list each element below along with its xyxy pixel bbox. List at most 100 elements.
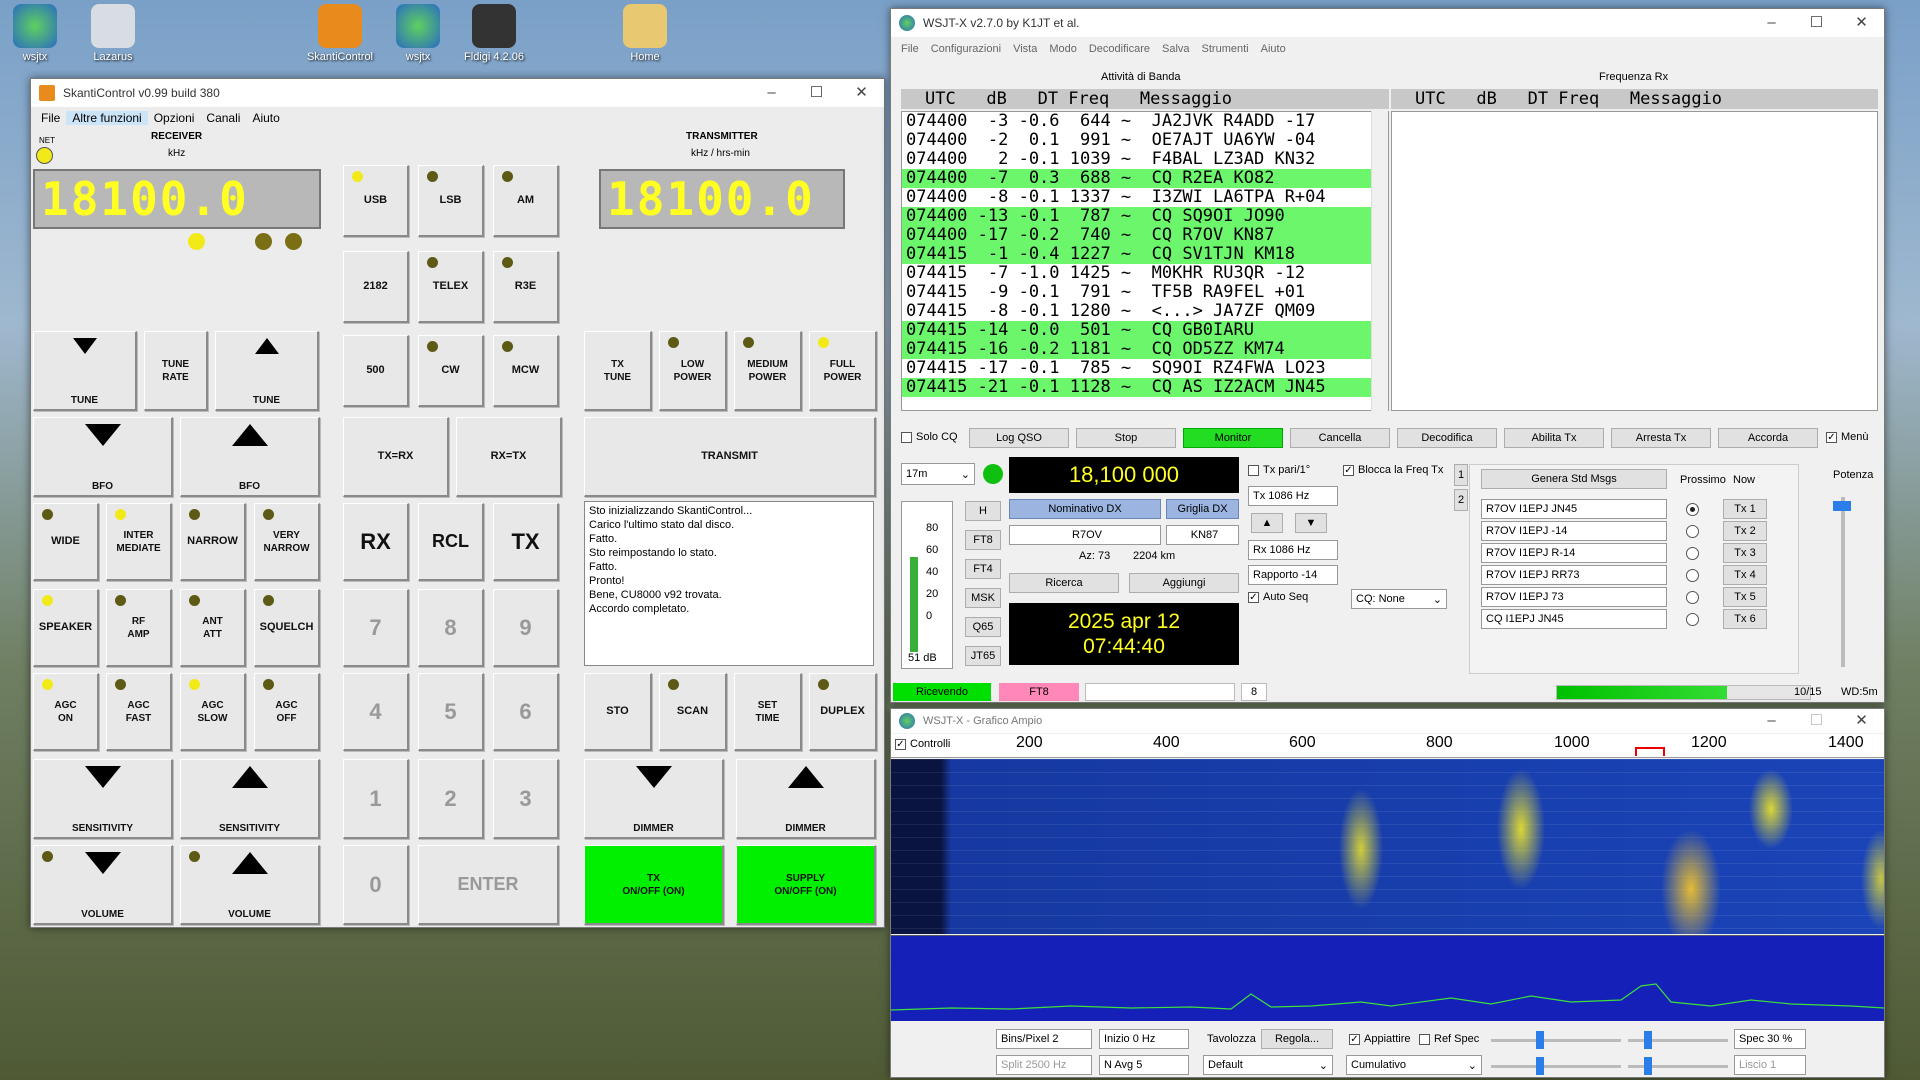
menu-configurazioni[interactable]: Configurazioni xyxy=(925,43,1007,55)
solo-cq-checkbox[interactable]: Solo CQ xyxy=(901,431,958,443)
tune-up-button[interactable]: TUNE xyxy=(215,331,319,411)
rx-button[interactable]: RX xyxy=(343,503,409,581)
menu-modo[interactable]: Modo xyxy=(1043,43,1083,55)
speaker-button[interactable]: SPEAKER xyxy=(33,589,99,667)
monitor-button[interactable]: Monitor xyxy=(1183,428,1283,448)
decode-row[interactable]: 074400 -8 -0.1 1337 ~ I3ZWI LA6TPA R+04 xyxy=(902,188,1388,207)
mode-h-button[interactable]: H xyxy=(965,501,1001,521)
decode-row[interactable]: 074400 -13 -0.1 787 ~ CQ SQ9OI JO90 xyxy=(902,207,1388,226)
tx-next-radio-4[interactable] xyxy=(1686,569,1699,582)
rf-amp-button[interactable]: RF AMP xyxy=(106,589,172,667)
mode-q65-button[interactable]: Q65 xyxy=(965,617,1001,637)
tx-next-radio-2[interactable] xyxy=(1686,525,1699,538)
medium-power-button[interactable]: MEDIUM POWER xyxy=(734,331,802,411)
tx-button[interactable]: TX xyxy=(493,503,559,581)
full-power-button[interactable]: FULL POWER xyxy=(809,331,877,411)
split-spinbox[interactable]: Split 2500 Hz xyxy=(996,1055,1092,1075)
agc-slow-button[interactable]: AGC SLOW xyxy=(180,673,246,751)
halt-tx-button[interactable]: Arresta Tx xyxy=(1611,428,1711,448)
enable-tx-button[interactable]: Abilita Tx xyxy=(1504,428,1604,448)
menu-file[interactable]: File xyxy=(35,111,66,125)
tx-now-button-4[interactable]: Tx 4 xyxy=(1723,565,1767,585)
tx-message-3-input[interactable]: R7OV I1EPJ R-14 xyxy=(1481,543,1667,563)
tx-next-radio-6[interactable] xyxy=(1686,613,1699,626)
rx-equals-tx-button[interactable]: RX=TX xyxy=(456,417,562,497)
key-5[interactable]: 5 xyxy=(418,673,484,751)
maximize-icon[interactable]: ☐ xyxy=(1794,9,1839,37)
key-4[interactable]: 4 xyxy=(343,673,409,751)
tx-onoff-button[interactable]: TX ON/OFF (ON) xyxy=(584,845,724,925)
minimize-icon[interactable]: – xyxy=(1749,709,1794,737)
key-8[interactable]: 8 xyxy=(418,589,484,667)
menu-altre-funzioni[interactable]: Altre funzioni xyxy=(66,111,148,125)
very-narrow-button[interactable]: VERY NARROW xyxy=(254,503,320,581)
desktop-icon[interactable]: Home xyxy=(610,4,680,63)
bfo-down-button[interactable]: BFO xyxy=(33,417,173,497)
close-icon[interactable]: ✕ xyxy=(1839,9,1884,37)
log-qso-button[interactable]: Log QSO xyxy=(969,428,1069,448)
adjust-button[interactable]: Regola... xyxy=(1261,1029,1333,1049)
tx-tune-button[interactable]: TX TUNE xyxy=(584,331,652,411)
wide-button[interactable]: WIDE xyxy=(33,503,99,581)
lock-tx-checkbox[interactable]: ✓ Blocca la Freq Tx xyxy=(1343,464,1443,476)
squelch-button[interactable]: SQUELCH xyxy=(254,589,320,667)
tab-2[interactable]: 2 xyxy=(1454,489,1468,511)
spec-percent-spinbox[interactable]: Spec 30 % xyxy=(1734,1029,1806,1049)
menu-opzioni[interactable]: Opzioni xyxy=(148,111,201,125)
volume-down-button[interactable]: VOLUME xyxy=(33,845,173,925)
tx-to-rx-up-button[interactable]: ▲ xyxy=(1251,513,1283,533)
tx-next-radio-3[interactable] xyxy=(1686,547,1699,560)
agc-fast-button[interactable]: AGC FAST xyxy=(106,673,172,751)
tx-next-radio-1[interactable] xyxy=(1686,503,1699,516)
menu-canali[interactable]: Canali xyxy=(200,111,246,125)
spec-gain-slider[interactable] xyxy=(1628,1039,1728,1042)
set-time-button[interactable]: SET TIME xyxy=(734,673,802,751)
power-slider[interactable] xyxy=(1841,497,1845,667)
rx-frequency-list[interactable] xyxy=(1391,111,1878,411)
menu-strumenti[interactable]: Strumenti xyxy=(1196,43,1255,55)
scan-button[interactable]: SCAN xyxy=(659,673,727,751)
decode-row[interactable]: 074400 -2 0.1 991 ~ OE7AJT UA6YW -04 xyxy=(902,131,1388,150)
bfo-up-button[interactable]: BFO xyxy=(180,417,320,497)
menu-decodificare[interactable]: Decodificare xyxy=(1083,43,1156,55)
desktop-icon[interactable]: wsjtx xyxy=(383,4,453,63)
decode-row[interactable]: 074400 -3 -0.6 644 ~ JA2JVK R4ADD -17 xyxy=(902,112,1388,131)
mode-ft4-button[interactable]: FT4 xyxy=(965,559,1001,579)
maximize-icon[interactable]: ☐ xyxy=(794,79,839,107)
sensitivity-up-button[interactable]: SENSITIVITY xyxy=(180,759,320,839)
tx-message-2-input[interactable]: R7OV I1EPJ -14 xyxy=(1481,521,1667,541)
sensitivity-down-button[interactable]: SENSITIVITY xyxy=(33,759,173,839)
report-spinbox[interactable]: Rapporto -14 xyxy=(1248,565,1338,585)
key-2[interactable]: 2 xyxy=(418,759,484,839)
decode-row[interactable]: 074415 -7 -1.0 1425 ~ M0KHR RU3QR -12 xyxy=(902,264,1388,283)
tx-now-button-2[interactable]: Tx 2 xyxy=(1723,521,1767,541)
start-freq-spinbox[interactable]: Inizio 0 Hz xyxy=(1099,1029,1189,1049)
power-slider-handle[interactable] xyxy=(1833,501,1851,511)
auto-seq-checkbox[interactable]: ✓ Auto Seq xyxy=(1248,591,1308,603)
menu-aiuto[interactable]: Aiuto xyxy=(1255,43,1292,55)
agc-off-button[interactable]: AGC OFF xyxy=(254,673,320,751)
tx-now-button-6[interactable]: Tx 6 xyxy=(1723,609,1767,629)
decode-row[interactable]: 074415 -1 -0.4 1227 ~ CQ SV1TJN KM18 xyxy=(902,245,1388,264)
band-activity-list[interactable]: 074400 -3 -0.6 644 ~ JA2JVK R4ADD -17 074… xyxy=(901,111,1389,411)
smooth-spinbox[interactable]: Liscio 1 xyxy=(1734,1055,1806,1075)
ant-att-button[interactable]: ANT ATT xyxy=(180,589,246,667)
decode-row[interactable]: 074415 -21 -0.1 1128 ~ CQ AS IZ2ACM JN45 xyxy=(902,378,1388,397)
menu-aiuto[interactable]: Aiuto xyxy=(246,111,285,125)
agc-on-button[interactable]: AGC ON xyxy=(33,673,99,751)
desktop-icon[interactable]: SkantiControl xyxy=(305,4,375,63)
close-icon[interactable]: ✕ xyxy=(1839,709,1884,737)
close-icon[interactable]: ✕ xyxy=(839,79,884,107)
500-button[interactable]: 500 xyxy=(343,335,409,407)
key-3[interactable]: 3 xyxy=(493,759,559,839)
decode-row[interactable]: 074415 -8 -0.1 1280 ~ <...> JA7ZF QM09 xyxy=(902,302,1388,321)
dimmer-down-button[interactable]: DIMMER xyxy=(584,759,724,839)
mode-msk-button[interactable]: MSK xyxy=(965,588,1001,608)
cq-select[interactable]: CQ: None ⌄ xyxy=(1351,589,1447,609)
tx-even-checkbox[interactable]: Tx pari/1° xyxy=(1248,464,1310,476)
lsb-button[interactable]: LSB xyxy=(418,165,484,237)
tx-now-button-5[interactable]: Tx 5 xyxy=(1723,587,1767,607)
transmit-button[interactable]: TRANSMIT xyxy=(584,417,876,497)
decode-row[interactable]: 074415 -17 -0.1 785 ~ SQ9OI RZ4FWA LO23 xyxy=(902,359,1388,378)
minimize-icon[interactable]: – xyxy=(1749,9,1794,37)
